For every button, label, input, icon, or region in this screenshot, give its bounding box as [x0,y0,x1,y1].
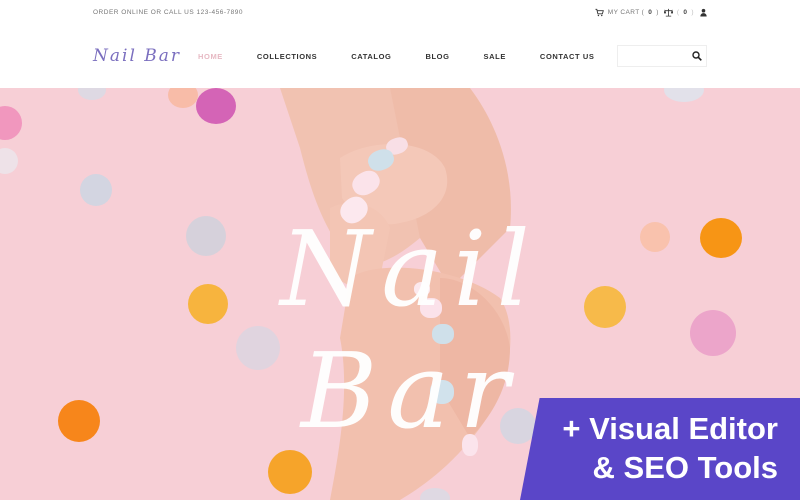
user-icon[interactable] [699,8,708,17]
nav-catalog[interactable]: CATALOG [351,52,391,61]
cart-close: ) [656,9,659,16]
confetti-dot [58,400,100,442]
confetti-dot [0,148,18,174]
confetti-dot [664,88,704,102]
promo-badge: + Visual Editor & SEO Tools [520,398,800,500]
search-box [617,45,707,67]
top-bar: ORDER ONLINE OR CALL US 123-456-7890 MY … [0,0,800,26]
top-utilities: MY CART ( 0 ) ( 0 ) [595,8,708,17]
confetti-dot [196,88,236,124]
cart-count: 0 [648,9,653,16]
search-icon[interactable] [692,51,702,61]
nav-home[interactable]: HOME [198,52,223,61]
confetti-dot [168,88,198,108]
promo-line-1: + Visual Editor [562,411,778,446]
compare-link[interactable]: ( 0 ) [663,8,694,17]
scale-icon [663,8,673,17]
nav-collections[interactable]: COLLECTIONS [257,52,317,61]
nav-blog[interactable]: BLOG [425,52,449,61]
cart-link[interactable]: MY CART ( 0 ) [595,8,659,17]
cart-label: MY CART ( [607,9,645,16]
confetti-dot [700,218,742,258]
compare-open: ( [676,9,680,16]
confetti-dot [78,88,106,100]
nav-sale[interactable]: SALE [484,52,506,61]
confetti-dot [690,310,736,356]
order-phone-text: ORDER ONLINE OR CALL US 123-456-7890 [93,9,243,16]
compare-close: ) [691,9,694,16]
confetti-dot [0,106,22,140]
promo-line-2: & SEO Tools [592,450,778,485]
site-header: Nail Bar HOME COLLECTIONS CATALOG BLOG S… [0,26,800,88]
cart-icon [595,8,604,17]
search-input[interactable] [618,46,688,67]
main-nav: HOME COLLECTIONS CATALOG BLOG SALE CONTA… [198,52,629,61]
nav-contact-us[interactable]: CONTACT US [540,52,595,61]
compare-count: 0 [683,9,688,16]
site-logo[interactable]: Nail Bar [93,46,181,66]
confetti-dot [80,174,112,206]
